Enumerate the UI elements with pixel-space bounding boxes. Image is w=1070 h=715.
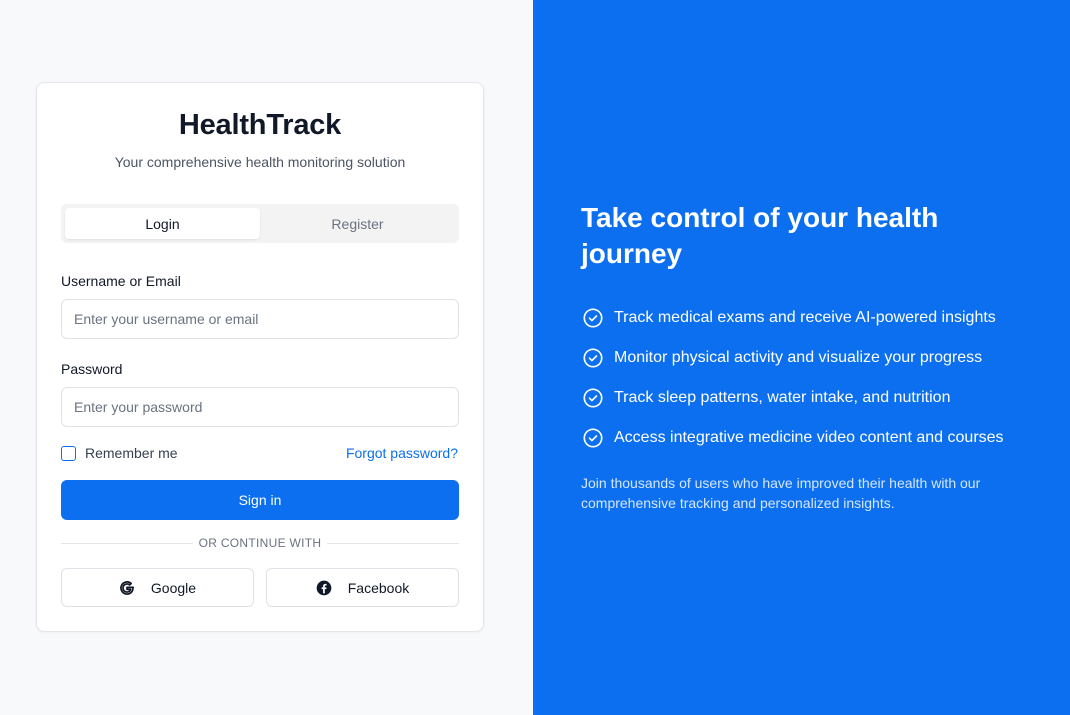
remember-checkbox[interactable]: [61, 445, 76, 461]
feature-item: Track medical exams and receive AI-power…: [582, 298, 1004, 338]
facebook-label: Facebook: [347, 579, 410, 596]
password-input[interactable]: [61, 387, 459, 427]
login-card: HealthTrack Your comprehensive health mo…: [36, 82, 484, 632]
remember-label: Remember me: [85, 445, 178, 461]
google-button[interactable]: Google: [61, 568, 254, 607]
feature-item: Access integrative medicine video conten…: [582, 418, 1004, 458]
feature-text: Monitor physical activity and visualize …: [614, 349, 983, 366]
password-label: Password: [61, 361, 123, 377]
tab-register[interactable]: Register: [260, 208, 455, 239]
auth-tabs: Login Register: [61, 204, 459, 243]
username-input[interactable]: [61, 299, 459, 339]
remember-me[interactable]: Remember me: [61, 445, 178, 461]
check-circle-icon: [583, 308, 603, 328]
feature-item: Track sleep patterns, water intake, and …: [582, 378, 1004, 418]
check-circle-icon: [583, 348, 603, 368]
feature-text: Access integrative medicine video conten…: [614, 429, 1004, 446]
divider-line-right: [327, 543, 459, 544]
tab-login[interactable]: Login: [65, 208, 260, 239]
google-icon: [119, 580, 135, 596]
social-divider: OR CONTINUE WITH: [61, 535, 459, 551]
auth-panel: HealthTrack Your comprehensive health mo…: [0, 0, 533, 715]
sign-in-button[interactable]: Sign in: [61, 480, 459, 520]
feature-text: Track medical exams and receive AI-power…: [614, 309, 996, 326]
hero-panel: Take control of your health journey Trac…: [533, 0, 1070, 715]
app-tagline: Your comprehensive health monitoring sol…: [114, 154, 406, 170]
check-circle-icon: [583, 428, 603, 448]
feature-item: Monitor physical activity and visualize …: [582, 338, 1004, 378]
facebook-icon: [316, 580, 332, 596]
hero-blurb: Join thousands of users who have improve…: [581, 475, 981, 511]
google-label: Google: [150, 579, 197, 596]
facebook-button[interactable]: Facebook: [266, 568, 459, 607]
app-title: HealthTrack: [178, 109, 342, 141]
username-label: Username or Email: [61, 273, 181, 289]
check-circle-icon: [583, 388, 603, 408]
hero-headline: Take control of your health journey: [581, 202, 939, 269]
feature-list: Track medical exams and receive AI-power…: [582, 298, 1004, 458]
forgot-password-link[interactable]: Forgot password?: [346, 445, 458, 461]
feature-text: Track sleep patterns, water intake, and …: [614, 389, 951, 406]
